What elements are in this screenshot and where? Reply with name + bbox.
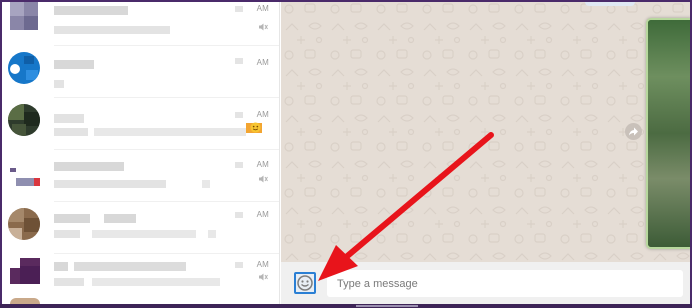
timestamp: AM <box>256 110 269 119</box>
window-bottom-edge <box>0 304 692 308</box>
contact-name <box>54 162 124 171</box>
chat-list-item[interactable]: AM <box>2 0 279 46</box>
muted-icon <box>259 273 268 281</box>
chat-list-item[interactable]: AM <box>2 202 279 254</box>
emoji-button[interactable] <box>294 272 316 294</box>
avatar <box>8 104 40 136</box>
timestamp: AM <box>256 210 269 219</box>
contact-name <box>54 6 128 15</box>
last-message <box>54 128 88 136</box>
conversation-panel <box>281 0 690 304</box>
chat-list-item[interactable]: AM <box>2 150 279 202</box>
media-thumbnail <box>648 20 690 247</box>
muted-icon <box>259 23 268 31</box>
last-message <box>54 278 84 286</box>
last-message <box>54 80 64 88</box>
timestamp: AM <box>256 58 269 67</box>
compose-bar <box>281 262 690 304</box>
avatar <box>8 208 40 240</box>
chat-list-item[interactable]: AM <box>2 254 279 304</box>
forward-button[interactable] <box>625 123 642 140</box>
avatar <box>10 258 40 284</box>
contact-name <box>54 262 68 271</box>
smiley-icon <box>297 275 313 291</box>
timestamp: AM <box>256 160 269 169</box>
timestamp: AM <box>256 260 269 269</box>
chat-wallpaper <box>281 0 690 304</box>
last-message <box>54 230 80 238</box>
unread-chip <box>585 0 635 6</box>
message-input[interactable] <box>327 270 683 297</box>
last-message <box>54 180 166 188</box>
avatar <box>10 162 40 190</box>
last-message <box>54 26 170 34</box>
contact-name <box>54 214 90 223</box>
forward-icon <box>629 127 638 136</box>
chat-list-item[interactable]: AM <box>2 46 279 98</box>
chat-list-item[interactable]: AM <box>2 98 279 150</box>
media-message[interactable] <box>646 18 690 249</box>
chat-list-sidebar: AM AM AM AM AM AM <box>2 0 280 304</box>
contact-name <box>54 114 84 123</box>
avatar <box>10 2 38 30</box>
contact-name <box>54 60 94 69</box>
avatar <box>8 52 40 84</box>
timestamp: AM <box>256 4 269 13</box>
emoji-icon <box>250 122 261 133</box>
muted-icon <box>259 175 268 183</box>
